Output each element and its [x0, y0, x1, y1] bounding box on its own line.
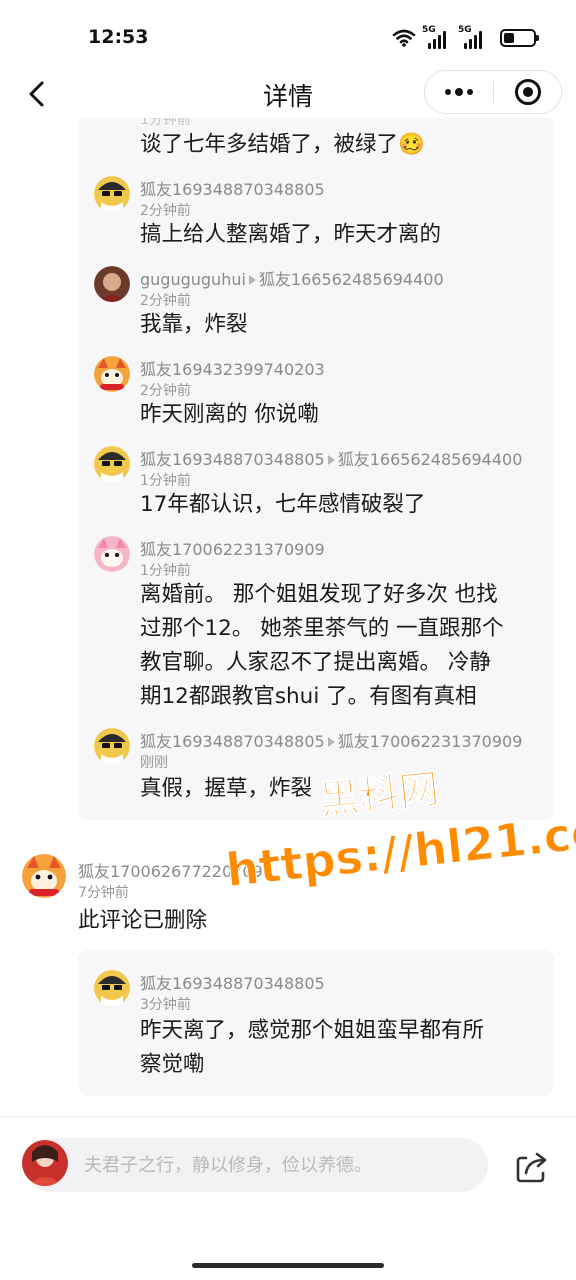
more-button[interactable]: [425, 71, 493, 113]
reply-time: 3分钟前: [140, 997, 191, 1013]
avatar[interactable]: [94, 970, 130, 1006]
nav-bar: 详情: [0, 70, 576, 116]
reply-text: 过那个12。 她茶里茶气的 一直跟那个: [140, 616, 504, 641]
share-button[interactable]: [512, 1146, 552, 1186]
status-time: 12:53: [88, 26, 149, 48]
reply-text: 搞上给人整离婚了，昨天才离的: [140, 222, 442, 247]
reply-to-username[interactable]: 狐友166562485694400: [259, 270, 444, 289]
reply-time: 1分钟前: [140, 473, 191, 489]
signal-icon-2: 5G: [458, 25, 488, 49]
avatar[interactable]: [94, 266, 130, 302]
avatar[interactable]: [94, 446, 130, 482]
reply-text: 真假，握草，炸裂: [140, 776, 313, 801]
battery-fill: [504, 33, 514, 43]
reply-username[interactable]: 狐友169348870348805: [140, 970, 325, 994]
reply-text: 离婚前。 那个姐姐发现了好多次 也找: [140, 582, 498, 607]
reply-text: 昨天离了，感觉那个姐姐蛮早都有所: [140, 1018, 485, 1043]
reply-text: 察觉嘞: [140, 1052, 205, 1077]
reply-time: 2分钟前: [140, 383, 191, 399]
share-icon: [516, 1152, 547, 1183]
reply-time: 刚刚: [140, 755, 168, 771]
more-icon: [445, 88, 473, 96]
reply-username[interactable]: 狐友169432399740203: [140, 356, 325, 380]
reply-time: 2分钟前: [140, 293, 191, 309]
avatar[interactable]: [94, 176, 130, 212]
user-avatar[interactable]: [22, 1140, 68, 1186]
reply-to-username[interactable]: 狐友170062231370909: [338, 732, 523, 751]
status-icons: 5G 5G: [392, 24, 539, 52]
reply-username[interactable]: 狐友169348870348805 狐友166562485694400: [140, 446, 522, 470]
back-button[interactable]: [22, 78, 54, 110]
reply-text: 17年都认识，七年感情破裂了: [140, 492, 426, 517]
avatar[interactable]: [94, 356, 130, 392]
home-indicator: [192, 1263, 384, 1268]
reply-time: 2分钟前: [140, 203, 191, 219]
reply-to-username[interactable]: 狐友166562485694400: [338, 450, 523, 469]
reply-username[interactable]: 狐友169348870348805: [140, 176, 325, 200]
comment-thread: 1分钟前 谈了七年多结婚了，被绿了🥴 狐友169348870348805 2分钟…: [0, 118, 576, 1110]
reply-text: 我靠，炸裂: [140, 312, 248, 337]
reply-text: 昨天刚离的 你说嘞: [140, 402, 319, 427]
battery-icon: [500, 29, 539, 47]
reply-username[interactable]: 狐友170062231370909: [140, 536, 325, 560]
status-bar: 12:53 5G 5G: [0, 0, 576, 72]
reply-to-arrow-icon: [327, 737, 335, 747]
divider: [0, 1116, 576, 1117]
reply-to-arrow-icon: [327, 455, 335, 465]
reply-username-text[interactable]: 狐友169348870348805: [140, 450, 325, 469]
reply-to-arrow-icon: [248, 275, 256, 285]
signal-icon: 5G: [422, 25, 452, 49]
avatar[interactable]: [22, 854, 66, 898]
comment-text: 此评论已删除: [78, 908, 208, 933]
comment-input[interactable]: [24, 1138, 488, 1192]
comment-username[interactable]: 狐友170062677220709: [78, 858, 263, 882]
comment-time: 7分钟前: [78, 885, 129, 901]
miniprogram-capsule: [424, 70, 562, 114]
reply-username[interactable]: guguguguhui 狐友166562485694400: [140, 266, 444, 290]
avatar[interactable]: [94, 536, 130, 572]
reply-text: 教官聊。人家忍不了提出离婚。 冷静: [140, 650, 491, 675]
avatar[interactable]: [94, 728, 130, 764]
reply-time: 1分钟前: [140, 563, 191, 579]
reply-username[interactable]: 狐友169348870348805 狐友170062231370909: [140, 728, 522, 752]
wifi-icon: [392, 29, 416, 47]
reply-text: 谈了七年多结婚了，被绿了🥴: [140, 132, 425, 157]
close-button[interactable]: [494, 71, 561, 113]
reply-username-text[interactable]: guguguguhui: [140, 270, 246, 289]
reply-text: 期12都跟教官shui 了。有图有真相: [140, 684, 477, 709]
reply-username-text[interactable]: 狐友169348870348805: [140, 732, 325, 751]
close-target-icon: [514, 79, 541, 105]
back-icon: [29, 81, 44, 107]
